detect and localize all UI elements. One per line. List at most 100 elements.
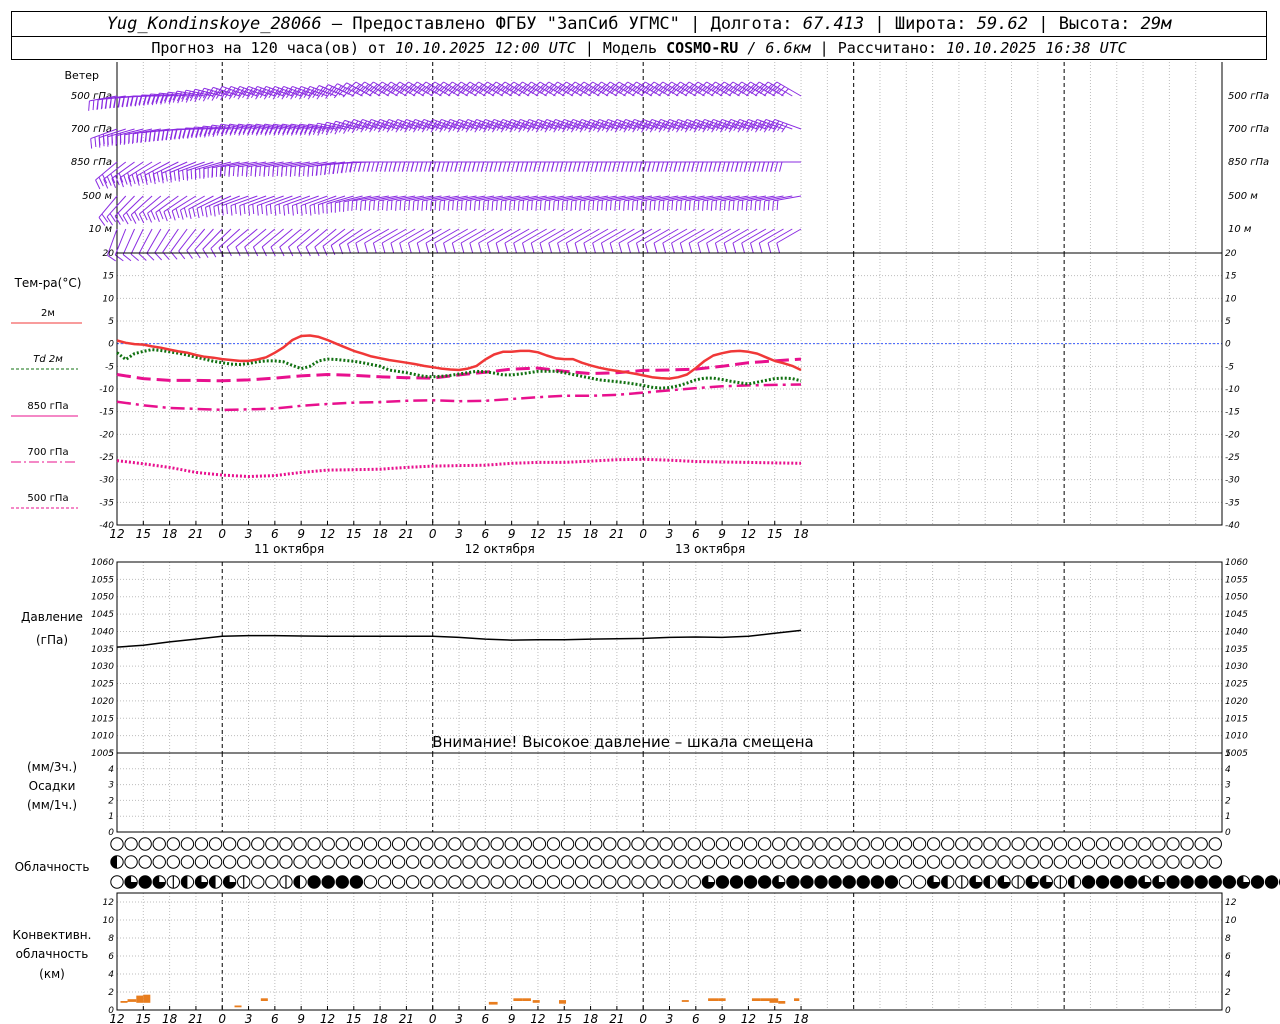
cloud-symbol (420, 875, 434, 889)
wind-barb-flag (322, 246, 328, 256)
wind-barb-flag (653, 200, 656, 211)
wind-barb-flag (125, 212, 132, 222)
cloud-symbol (659, 837, 673, 851)
y-tick-label-left: 1 (108, 812, 114, 822)
wind-barb-flag (559, 161, 564, 172)
chart-marks: 500 гПа 500 гПа700 гПа 700 гПа850 гПа 850 г… (71, 62, 1280, 1024)
wind-barb-flag (757, 161, 761, 172)
wind-barb-staff (279, 228, 302, 248)
wind-barb-flag (460, 242, 465, 253)
wind-barb-flag (217, 204, 220, 215)
wind-level-label-right: 700 гПа (1228, 124, 1269, 135)
wind-barb-flag (745, 200, 748, 211)
cloud-symbol (1180, 855, 1194, 869)
wind-barb-flag (390, 242, 395, 253)
cloud-symbol (687, 837, 701, 851)
cloud-symbol (377, 875, 392, 889)
cloud-symbol (631, 875, 645, 889)
wind-barb-flag (673, 161, 678, 172)
wind-barb-flag (428, 161, 432, 172)
cloud-symbol (420, 837, 434, 851)
wind-barb-flag (403, 200, 406, 211)
wind-level-label-right: 10 м (1228, 224, 1252, 235)
cloud-symbol (462, 837, 476, 851)
wind-barb-flag (566, 200, 568, 211)
cloud-symbol (856, 855, 870, 869)
y-tick-label-left: 0 (108, 828, 114, 838)
x-tick-label: 18 (372, 1012, 388, 1024)
cloud-symbol (1166, 875, 1180, 889)
wind-barb-flag (395, 200, 397, 211)
cloud-symbol (1025, 855, 1039, 869)
y-tick-label-left: 1015 (91, 714, 114, 724)
cloud-symbol (715, 837, 730, 851)
wind-barb-flag (603, 161, 607, 172)
wind-barb-flag (320, 165, 323, 176)
cloud-symbol (589, 855, 603, 869)
convective-bar (559, 1000, 567, 1004)
cloud-half (110, 855, 117, 869)
wind-barb-flag (355, 242, 360, 253)
wind-barb-flag (452, 200, 454, 211)
wind-barb-flag (414, 161, 419, 172)
wind-barb-flag (261, 246, 267, 257)
cloud-symbol (194, 837, 209, 851)
wind-barb-staff (202, 228, 223, 250)
wind-barb-flag (372, 242, 377, 253)
wind-barb-flag (544, 200, 546, 211)
wind-barb-flag (631, 200, 634, 211)
cloud-half (209, 875, 216, 889)
cloud-symbol (377, 855, 392, 869)
cloud-symbol (898, 855, 913, 869)
wind-barb-flag (267, 166, 270, 177)
x-tick-label: 21 (609, 527, 624, 541)
wind-barb-flag (485, 161, 489, 172)
cloud-symbol (1067, 855, 1082, 869)
cloud-half (983, 875, 990, 889)
cloud-symbol (715, 855, 730, 869)
cloud-symbol (1109, 855, 1124, 869)
y-tick-label-right: 8 (1225, 934, 1231, 944)
x-tick-label: 21 (399, 527, 414, 541)
wind-barb-flag (454, 161, 458, 172)
wind-barb-flag (311, 166, 314, 177)
wind-barb-staff (270, 228, 293, 248)
wind-barb-flag (445, 161, 450, 172)
wind-barb-flag (109, 213, 116, 223)
cloud-symbol (377, 837, 392, 851)
y-tick-label-left: 4 (108, 765, 114, 775)
wind-panel: Ветер (65, 69, 99, 82)
y-tick-label-right: 2 (1225, 796, 1231, 806)
wind-barb-flag (252, 203, 255, 215)
wind-barb-flag (209, 205, 212, 216)
x-tick-label: 18 (583, 1012, 599, 1024)
wind-barb-flag (684, 200, 687, 211)
wind-barb-flag (314, 246, 320, 257)
wind-barb-flag (474, 200, 476, 211)
wind-level-label-right: 850 гПа (1228, 157, 1269, 168)
cloud-symbol (1124, 855, 1138, 869)
wind-barb-flag (645, 200, 647, 211)
cloud-symbol (729, 855, 744, 869)
cloud-symbol (912, 837, 927, 851)
wind-barb-flag (623, 200, 625, 211)
y-tick-label-left: 10 (103, 294, 115, 304)
cloud-symbol (786, 875, 800, 889)
wind-barb-flag (95, 179, 101, 190)
convective-bar (488, 1001, 498, 1005)
wind-barb-flag (643, 161, 647, 172)
wind-barb-flag (274, 205, 277, 216)
wind-barb-flag (167, 208, 172, 219)
cloud-symbol (293, 855, 307, 869)
wind-barb-flag (451, 242, 456, 253)
wind-barb-flag (609, 200, 612, 211)
wind-barb-flag (407, 242, 412, 253)
cloud-symbol (110, 837, 124, 851)
wind-barb-flag (521, 242, 526, 253)
y-tick-label-right: 5 (1225, 749, 1231, 759)
wind-barb-flag (585, 161, 590, 172)
wind-barb-flag (772, 200, 774, 211)
wind-barb-flag (666, 200, 669, 211)
cloud-symbol (194, 855, 209, 869)
wind-barb-flag (155, 212, 160, 222)
